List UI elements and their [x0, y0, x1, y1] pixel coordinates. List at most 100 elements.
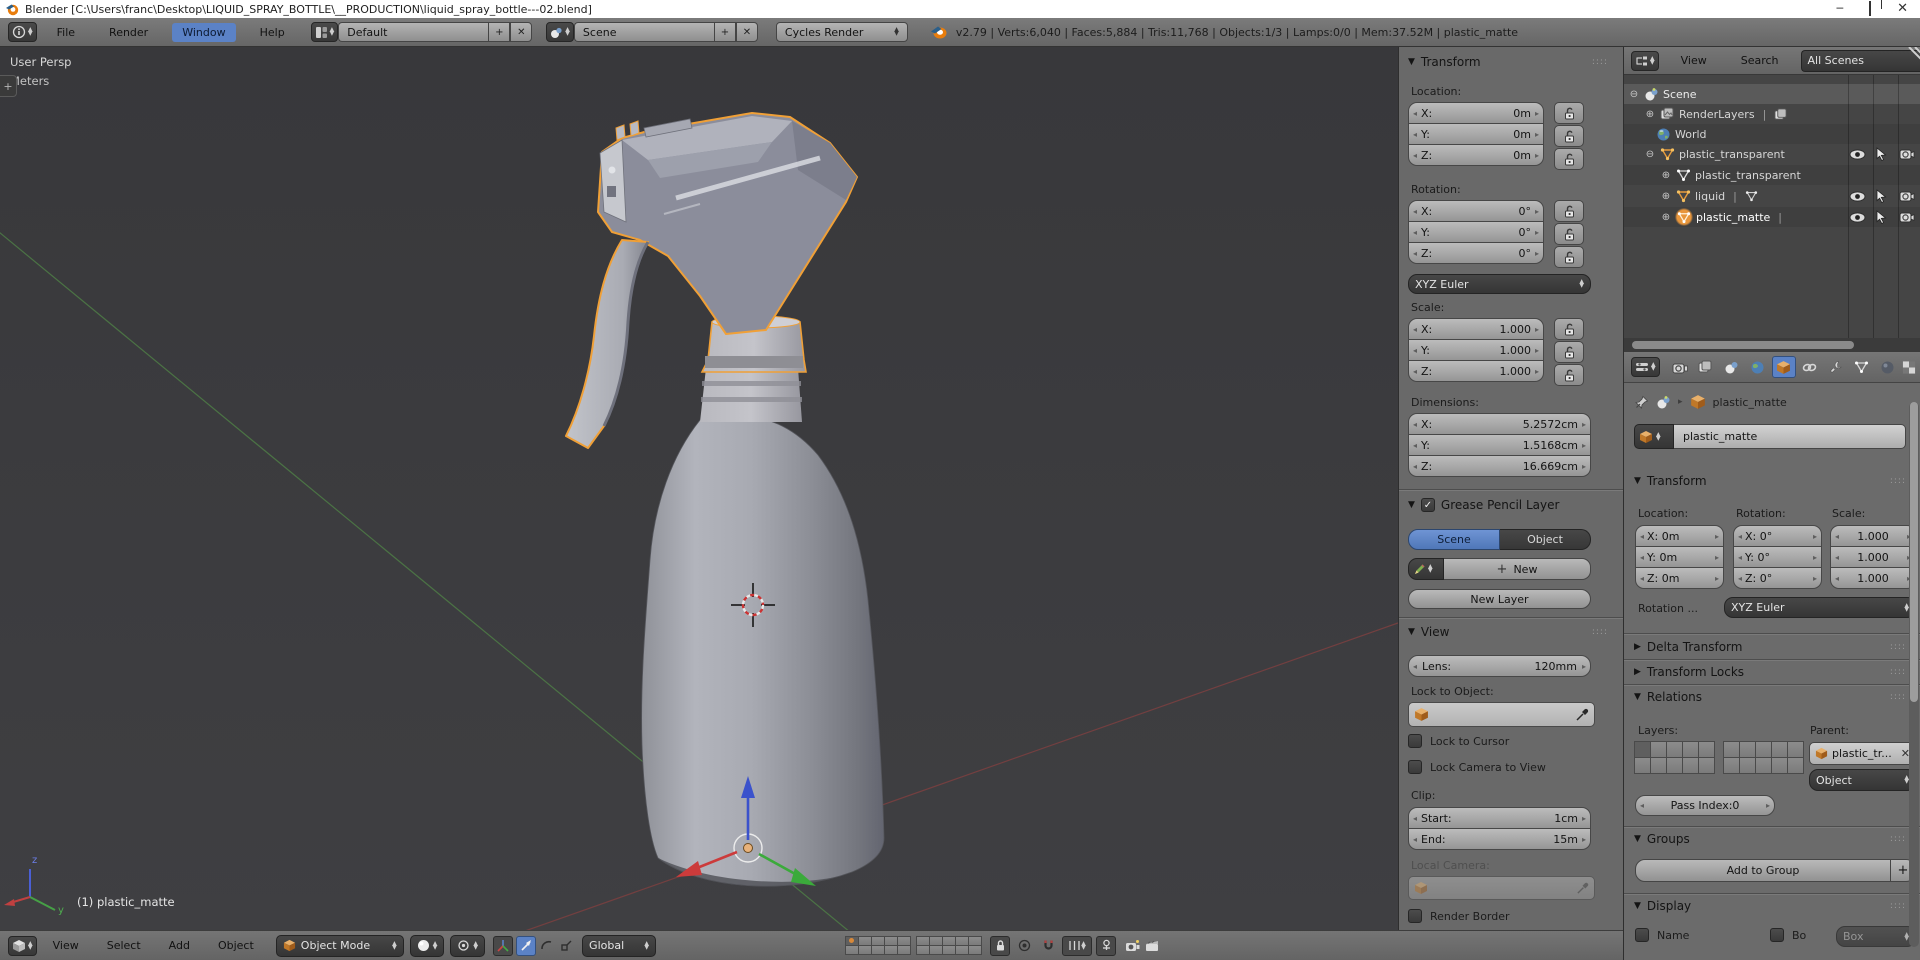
- parent-type-selector[interactable]: Object ▲ ▼: [1809, 769, 1916, 791]
- pin-icon[interactable]: [1634, 395, 1649, 410]
- parent-field[interactable]: plastic_tr... ✕: [1809, 742, 1916, 765]
- editor-type-selector[interactable]: ▲ ▼: [1631, 357, 1660, 377]
- outliner-menu-view[interactable]: View: [1671, 51, 1717, 70]
- tab-world[interactable]: [1746, 356, 1770, 378]
- scene-icon[interactable]: [1656, 395, 1671, 410]
- snap-element-selector[interactable]: ▲ ▼: [1062, 935, 1093, 956]
- grease-pencil-brush-selector[interactable]: ▲ ▼: [1408, 558, 1444, 580]
- opengl-render-anim-button[interactable]: [1142, 936, 1162, 956]
- outliner-editor[interactable]: ▲ ▼ View Search All Scenes ⊖ Scene ⊕ Rend…: [1624, 47, 1920, 352]
- panel-grip-icon[interactable]: ::::: [1890, 834, 1906, 844]
- prop-transform-header[interactable]: ▼ Transform ::::: [1634, 474, 1906, 488]
- screen-layout-name-field[interactable]: Default: [338, 22, 489, 42]
- add-screen-layout-button[interactable]: +: [488, 22, 511, 42]
- collapse-arrow-icon[interactable]: ▼: [1634, 476, 1641, 486]
- mode-selector[interactable]: Object Mode ▲ ▼: [275, 934, 404, 957]
- grease-tab-object[interactable]: Object: [1500, 529, 1591, 550]
- np-grease-pencil-header[interactable]: ▼ ✓ Grease Pencil Layer: [1408, 498, 1618, 512]
- visibility-eye-icon[interactable]: [1849, 211, 1866, 223]
- transform-locks-header[interactable]: ▶ Transform Locks ::::: [1634, 665, 1906, 679]
- panel-grip-icon[interactable]: ::::: [1592, 627, 1608, 637]
- location-y-field[interactable]: ◂ Y: 0m ▸: [1408, 123, 1544, 145]
- lock-location-z-button[interactable]: [1554, 148, 1584, 170]
- object-cube-icon[interactable]: [1690, 394, 1706, 410]
- scale-manipulator-button[interactable]: [556, 936, 576, 956]
- properties-editor[interactable]: ▲ ▼ ▸ plastic_matte ▲ ▼ plastic_matte ▼ …: [1624, 352, 1920, 960]
- lock-scale-x-button[interactable]: [1554, 318, 1584, 340]
- display-header[interactable]: ▼ Display ::::: [1634, 899, 1906, 913]
- screen-layout-browse[interactable]: ▲ ▼: [310, 22, 339, 42]
- outliner-row-scene[interactable]: ⊖ Scene: [1624, 84, 1920, 104]
- renderability-camera-icon[interactable]: [1899, 190, 1915, 202]
- expand-arrow-icon[interactable]: ▶: [1634, 642, 1641, 652]
- menu-window[interactable]: Window: [172, 22, 236, 42]
- region-resize-handle[interactable]: [1901, 47, 1920, 67]
- collapse-arrow-icon[interactable]: ▼: [1408, 627, 1415, 637]
- dimension-z-field[interactable]: ◂ Z: 16.669cm ▸: [1408, 455, 1591, 477]
- rotation-mode-selector[interactable]: XYZ Euler ▲ ▼: [1408, 274, 1591, 294]
- delete-screen-layout-button[interactable]: ✕: [510, 22, 533, 42]
- editor-type-selector[interactable]: ▲ ▼: [8, 22, 37, 42]
- location-z-field[interactable]: ◂ Z: 0m ▸: [1408, 144, 1544, 166]
- tab-scene[interactable]: [1720, 356, 1744, 378]
- pivot-point-selector[interactable]: ▲ ▼: [450, 934, 486, 957]
- groups-header[interactable]: ▼ Groups ::::: [1634, 832, 1906, 846]
- lock-rotation-x-button[interactable]: [1554, 200, 1584, 222]
- collapse-arrow-icon[interactable]: ▼: [1634, 834, 1641, 844]
- viewport-3d[interactable]: User Persp Meters (1) plastic_matte z y …: [0, 47, 1398, 930]
- panel-grip-icon[interactable]: ::::: [1890, 667, 1906, 677]
- expand-toggle-icon[interactable]: ⊕: [1660, 170, 1672, 181]
- close-button[interactable]: ✕: [1897, 0, 1908, 18]
- translate-manipulator-button[interactable]: [516, 935, 537, 956]
- scale-x-field[interactable]: ◂ X: 1.000 ▸: [1408, 318, 1544, 340]
- tab-object[interactable]: [1771, 356, 1796, 378]
- editor-type-selector[interactable]: ▲ ▼: [8, 935, 37, 956]
- eyedropper-icon[interactable]: [1575, 708, 1589, 722]
- collapse-arrow-icon[interactable]: ▼: [1634, 692, 1641, 702]
- lock-to-cursor-checkbox[interactable]: [1408, 734, 1422, 748]
- object-id-selector[interactable]: ▲ ▼: [1634, 424, 1674, 449]
- panel-grip-icon[interactable]: ::::: [1890, 642, 1906, 652]
- menu-file[interactable]: File: [47, 23, 85, 42]
- prop-rot-y[interactable]: ◂ Y: 0° ▸: [1733, 546, 1822, 568]
- tab-constraints[interactable]: [1798, 356, 1822, 378]
- visibility-eye-icon[interactable]: [1849, 148, 1866, 160]
- breadcrumb-object-name[interactable]: plastic_matte: [1713, 396, 1787, 409]
- delete-scene-button[interactable]: ✕: [735, 22, 758, 42]
- transform-orientation-selector[interactable]: Global ▲ ▼: [582, 934, 657, 957]
- prop-scale-x[interactable]: ◂1.000▸: [1830, 525, 1916, 547]
- editor-type-selector[interactable]: ▲ ▼: [1631, 50, 1659, 71]
- lock-to-object-field[interactable]: [1408, 702, 1595, 727]
- add-scene-button[interactable]: +: [713, 22, 736, 42]
- layer-grid-left[interactable]: [845, 935, 912, 955]
- snap-target-selector[interactable]: [1096, 935, 1117, 956]
- renderability-camera-icon[interactable]: [1899, 211, 1915, 223]
- outliner-row-renderlayers[interactable]: ⊕ RenderLayers |: [1624, 104, 1920, 124]
- relations-header[interactable]: ▼ Relations ::::: [1634, 690, 1906, 704]
- clip-start-field[interactable]: ◂ Start: 1cm ▸: [1408, 807, 1591, 829]
- grease-new-button[interactable]: + New: [1444, 558, 1591, 580]
- np-view-header[interactable]: ▼ View ::::: [1408, 625, 1608, 639]
- tab-object-data[interactable]: [1850, 356, 1874, 378]
- delta-transform-header[interactable]: ▶ Delta Transform ::::: [1634, 640, 1906, 654]
- lens-field[interactable]: ◂ Lens: 120mm ▸: [1408, 655, 1591, 677]
- layers-widget[interactable]: [845, 935, 983, 955]
- rotate-manipulator-button[interactable]: [536, 936, 556, 956]
- lock-camera-to-view-checkbox[interactable]: [1408, 760, 1422, 774]
- vp-menu-view[interactable]: View: [43, 936, 89, 955]
- render-border-checkbox[interactable]: [1408, 909, 1422, 923]
- minimize-button[interactable]: ─: [1836, 0, 1843, 18]
- lock-scale-z-button[interactable]: [1554, 364, 1584, 386]
- grease-pencil-checkbox[interactable]: ✓: [1420, 498, 1435, 512]
- expand-toggle-icon[interactable]: ⊕: [1660, 212, 1672, 223]
- location-x-field[interactable]: ◂ X: 0m ▸: [1408, 102, 1544, 124]
- panel-grip-icon[interactable]: ::::: [1890, 692, 1906, 702]
- viewport-shading-selector[interactable]: ▲ ▼: [409, 934, 445, 957]
- object-layers-widget[interactable]: [1634, 741, 1804, 774]
- layer-grid-right[interactable]: [1723, 741, 1804, 774]
- selectability-cursor-icon[interactable]: [1875, 147, 1887, 161]
- bounds-type-selector[interactable]: Box ▲ ▼: [1836, 926, 1916, 947]
- outliner-row-plastic-transparent-data[interactable]: ⊕ plastic_transparent: [1624, 165, 1920, 185]
- opengl-render-button[interactable]: [1122, 936, 1142, 956]
- menu-render[interactable]: Render: [99, 23, 158, 42]
